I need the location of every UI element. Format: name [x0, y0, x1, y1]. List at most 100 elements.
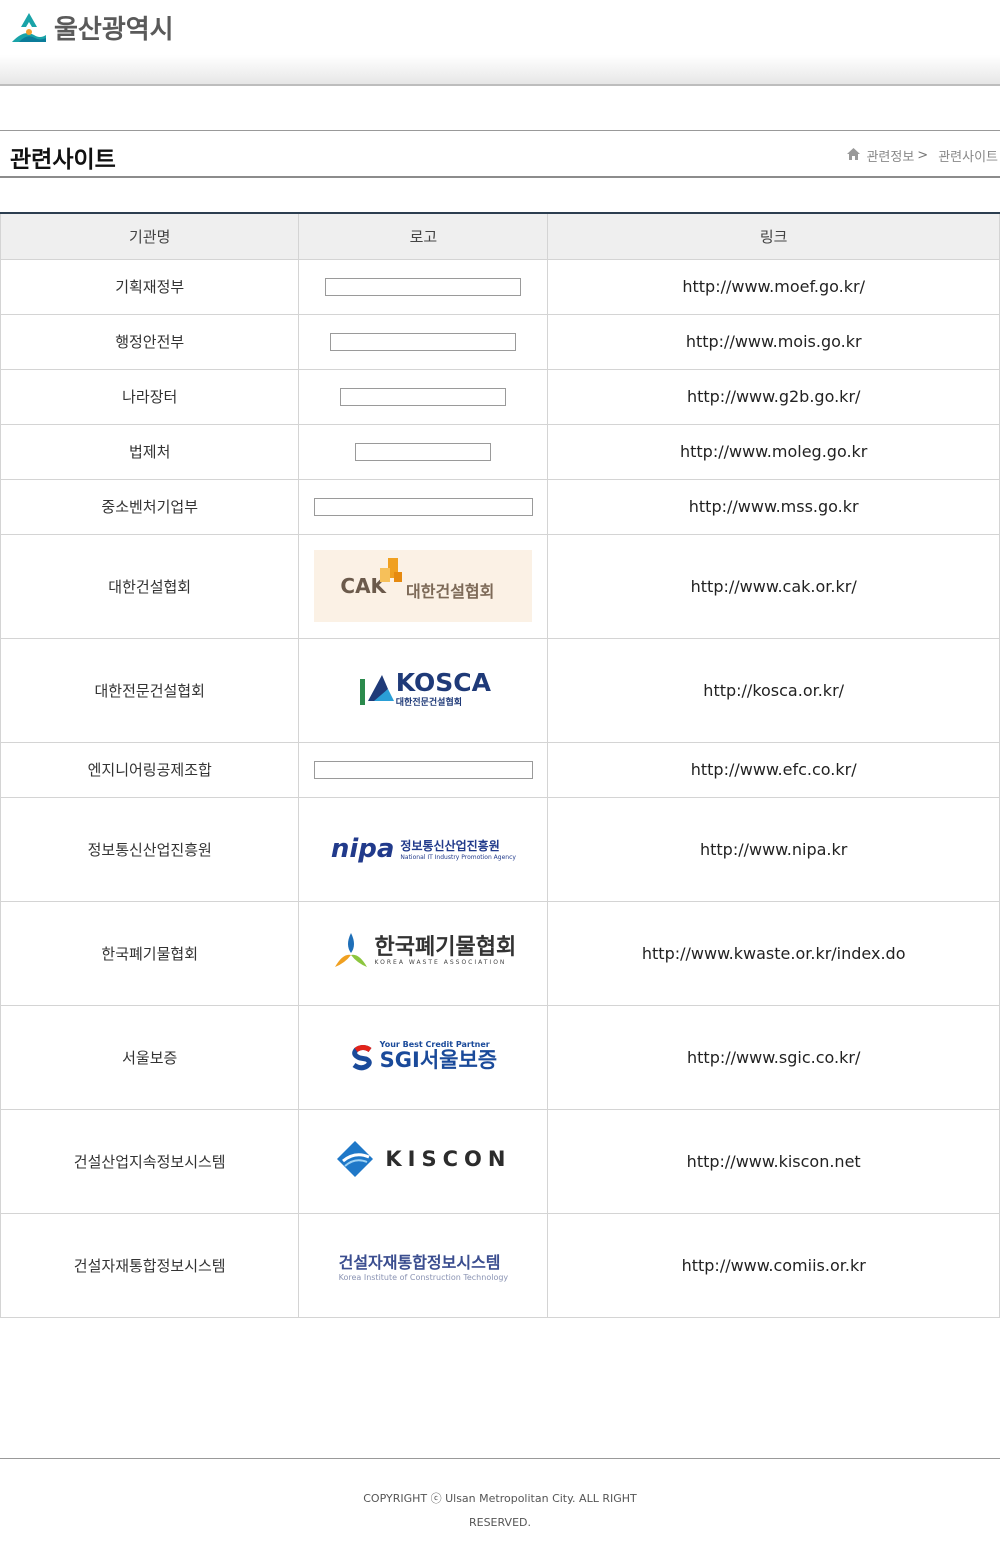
kiscon-logo[interactable]: KISCON: [335, 1139, 511, 1179]
org-logo-cell: 한국폐기물협회 KOREA WASTE ASSOCIATION: [298, 900, 549, 1006]
comiis-logo-text: 건설자재통합정보시스템: [338, 1252, 501, 1272]
comiis-logo[interactable]: 건설자재통합정보시스템 Korea Institute of Construct…: [339, 1249, 509, 1282]
cak-logo-subtext: 대한건설협회: [406, 582, 495, 601]
nipa-logo-subtext: 정보통신산업진흥원: [400, 839, 500, 853]
org-logo-cell: KOSCA 대한전문건설협회: [298, 637, 549, 743]
org-link-cell: http://www.nipa.kr: [547, 796, 1000, 902]
org-link[interactable]: http://www.comiis.or.kr: [682, 1256, 866, 1275]
org-link[interactable]: http://www.moef.go.kr/: [682, 277, 865, 296]
org-name: 법제처: [0, 423, 300, 480]
org-link[interactable]: http://www.mois.go.kr: [686, 332, 862, 351]
sgi-logo[interactable]: Your Best Credit Partner SGI서울보증: [350, 1040, 497, 1071]
org-link[interactable]: http://www.moleg.go.kr: [680, 442, 867, 461]
kosca-logo-text: KOSCA: [395, 667, 491, 697]
table-row: 서울보증 Your Best Credit Partner SGI서울보증 ht…: [0, 1004, 1000, 1110]
column-header-link: 링크: [547, 212, 1000, 260]
kwaste-logo-english: KOREA WASTE ASSOCIATION: [374, 958, 507, 966]
broken-logo-image[interactable]: [355, 442, 492, 461]
table-row: 중소벤처기업부 http://www.mss.go.kr: [0, 478, 1000, 535]
org-link-cell: http://www.efc.co.kr/: [547, 741, 1000, 798]
org-link-cell: http://www.moef.go.kr/: [547, 258, 1000, 315]
org-name: 서울보증: [0, 1004, 300, 1110]
org-name: 대한전문건설협회: [0, 637, 300, 743]
sgi-logo-text: SGI서울보증: [379, 1047, 498, 1072]
table-row: 나라장터 http://www.g2b.go.kr/: [0, 368, 1000, 425]
org-link[interactable]: http://www.cak.or.kr/: [691, 577, 857, 596]
home-icon[interactable]: [847, 147, 861, 164]
breadcrumb-separator: >: [917, 148, 929, 163]
org-logo-cell: 건설자재통합정보시스템 Korea Institute of Construct…: [298, 1212, 549, 1318]
org-logo-cell: CAK 대한건설협회: [298, 533, 549, 639]
org-link[interactable]: http://www.g2b.go.kr/: [687, 387, 860, 406]
org-name: 대한건설협회: [0, 533, 300, 639]
related-sites-table: 기관명 로고 링크 기획재정부 http://www.moef.go.kr/ 행…: [0, 212, 1000, 1318]
breadcrumb: 관련정보 > 관련사이트: [847, 146, 998, 165]
org-link[interactable]: http://www.efc.co.kr/: [691, 760, 857, 779]
org-logo-cell: nipa 정보통신산업진흥원 National IT Industry Prom…: [298, 796, 549, 902]
table-row: 행정안전부 http://www.mois.go.kr: [0, 313, 1000, 370]
org-link-cell: http://www.comiis.or.kr: [547, 1212, 1000, 1318]
kiscon-logo-text: KISCON: [385, 1147, 512, 1171]
site-header: 울산광역시: [0, 0, 1000, 86]
broken-logo-image[interactable]: [340, 387, 507, 406]
org-link[interactable]: http://www.mss.go.kr: [689, 497, 859, 516]
table-row: 대한건설협회 CAK 대한건설협회 http://www.cak.or.kr/: [0, 533, 1000, 639]
org-name: 건설산업지속정보시스템: [0, 1108, 300, 1214]
kosca-logo[interactable]: KOSCA 대한전문건설협회: [356, 670, 491, 708]
breadcrumb-item-related-sites[interactable]: 관련사이트: [938, 146, 998, 165]
logo-text: 울산광역시: [54, 15, 174, 45]
kiscon-mark-icon: [337, 1141, 374, 1177]
org-name: 중소벤처기업부: [0, 478, 300, 535]
nipa-logo[interactable]: nipa 정보통신산업진흥원 National IT Industry Prom…: [331, 834, 516, 864]
comiis-logo-english: Korea Institute of Construction Technolo…: [338, 1272, 509, 1282]
table-row: 한국폐기물협회 한국폐기물협회 KOREA WASTE ASSOCIATION …: [0, 900, 1000, 1006]
broken-logo-image[interactable]: [325, 277, 522, 296]
org-name: 건설자재통합정보시스템: [0, 1212, 300, 1318]
org-link[interactable]: http://www.sgic.co.kr/: [687, 1048, 860, 1067]
org-link[interactable]: http://www.nipa.kr: [700, 840, 847, 859]
breadcrumb-item-related-info[interactable]: 관련정보: [866, 146, 914, 165]
sgi-mark-icon: [351, 1044, 372, 1070]
kwaste-mark-icon: [334, 933, 367, 967]
org-link-cell: http://www.cak.or.kr/: [547, 533, 1000, 639]
org-name: 행정안전부: [0, 313, 300, 370]
site-footer: COPYRIGHT ⓒ Ulsan Metropolitan City. ALL…: [0, 1458, 1000, 1559]
org-link-cell: http://www.g2b.go.kr/: [547, 368, 1000, 425]
kosca-mark-icon: [359, 674, 394, 705]
broken-logo-image[interactable]: [313, 760, 533, 779]
org-link[interactable]: http://kosca.or.kr/: [703, 681, 844, 700]
ulsan-emblem-icon: [12, 12, 46, 42]
org-name: 한국폐기물협회: [0, 900, 300, 1006]
table-row: 건설산업지속정보시스템 KISCON http://www.kiscon.net: [0, 1108, 1000, 1214]
kwaste-logo[interactable]: 한국폐기물협회 KOREA WASTE ASSOCIATION: [331, 931, 516, 971]
org-link-cell: http://www.mois.go.kr: [547, 313, 1000, 370]
table-row: 대한전문건설협회 KOSCA 대한전문건설협회 http://kosca.or.…: [0, 637, 1000, 743]
org-link-cell: http://www.sgic.co.kr/: [547, 1004, 1000, 1110]
org-link-cell: http://www.kwaste.or.kr/index.do: [547, 900, 1000, 1006]
org-logo-cell: Your Best Credit Partner SGI서울보증: [298, 1004, 549, 1110]
org-link[interactable]: http://www.kiscon.net: [687, 1152, 861, 1171]
org-name: 정보통신산업진흥원: [0, 796, 300, 902]
copyright-line-1: COPYRIGHT ⓒ Ulsan Metropolitan City. ALL…: [363, 1492, 637, 1505]
cak-logo[interactable]: CAK 대한건설협회: [314, 550, 533, 622]
org-logo-cell: [298, 368, 549, 425]
org-name: 엔지니어링공제조합: [0, 741, 300, 798]
org-name: 기획재정부: [0, 258, 300, 315]
org-link[interactable]: http://www.kwaste.or.kr/index.do: [642, 944, 906, 963]
copyright-text: COPYRIGHT ⓒ Ulsan Metropolitan City. ALL…: [360, 1487, 640, 1535]
org-link-cell: http://www.moleg.go.kr: [547, 423, 1000, 480]
table-row: 정보통신산업진흥원 nipa 정보통신산업진흥원 National IT Ind…: [0, 796, 1000, 902]
copyright-line-2: RESERVED.: [468, 1516, 531, 1529]
table-row: 기획재정부 http://www.moef.go.kr/: [0, 258, 1000, 315]
org-logo-cell: [298, 313, 549, 370]
broken-logo-image[interactable]: [313, 497, 533, 516]
ulsan-logo[interactable]: 울산광역시: [10, 9, 174, 46]
org-link-cell: http://www.kiscon.net: [547, 1108, 1000, 1214]
org-logo-cell: [298, 478, 549, 535]
org-logo-cell: [298, 423, 549, 480]
kosca-logo-subtext: 대한전문건설협회: [395, 697, 463, 708]
nipa-logo-text: nipa: [330, 834, 395, 864]
org-logo-cell: [298, 741, 549, 798]
broken-logo-image[interactable]: [330, 332, 517, 351]
page-title-bar: 관련사이트 관련정보 > 관련사이트: [0, 130, 1000, 178]
